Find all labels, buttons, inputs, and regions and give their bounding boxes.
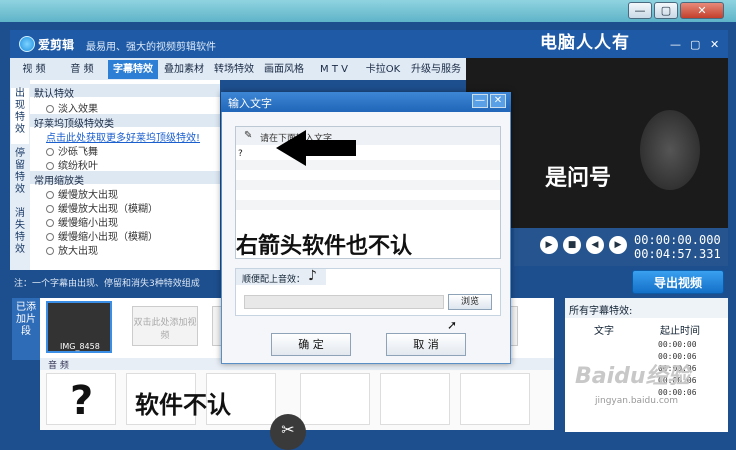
total-time: 00:04:57.331 [634, 247, 721, 261]
audio-slot[interactable] [300, 373, 370, 425]
baidu-url: jingyan.baidu.com [595, 396, 679, 406]
app-close-button[interactable]: ✕ [710, 38, 719, 51]
list-item[interactable]: 缓慢缩小出现 [46, 214, 118, 229]
radio-icon [46, 219, 54, 227]
list-item[interactable]: 淡入效果 [46, 100, 98, 115]
side-tab-appear[interactable]: 出现特效 [11, 88, 29, 144]
tab-mtv[interactable]: M T V [310, 60, 358, 79]
next-frame-icon[interactable]: ▶ [609, 236, 627, 254]
radio-icon [46, 247, 54, 255]
add-video-slot[interactable]: 双击此处添加视频 [132, 306, 198, 346]
music-path-input[interactable] [244, 295, 444, 309]
export-video-button[interactable]: 导出视频 [632, 270, 724, 294]
radio-icon [46, 105, 54, 113]
window-titlebar [0, 0, 736, 22]
arrow-left-icon [276, 130, 356, 166]
list-item[interactable]: 缓慢放大出现（模糊） [46, 200, 158, 215]
mouse-cursor-icon: ➚ [447, 318, 458, 332]
tab-video[interactable]: 视 频 [12, 60, 56, 79]
browse-button[interactable]: 浏览 [448, 294, 492, 310]
line-stripe [236, 180, 500, 190]
question-mark-text: ? [70, 378, 94, 424]
list-item[interactable]: 缓慢放大出现 [46, 186, 118, 201]
subtitle-note: 注：一个字幕由出现、停留和消失3种特效组成 [14, 279, 200, 289]
promo-link[interactable]: 点击此处获取更多好莱坞顶级特效! [46, 129, 200, 144]
col-text: 文字 [594, 326, 614, 337]
tab-upgrade[interactable]: 升级与服务 [408, 60, 464, 79]
audio-slot[interactable] [460, 373, 530, 425]
added-clips-tab[interactable]: 已添加片段 [12, 298, 40, 360]
preview-overlay-text: 是问号 [545, 165, 612, 191]
group-hollywood[interactable]: 好莱坞顶级特效类 [34, 115, 114, 130]
clip-name: IMG_8458 [60, 342, 100, 351]
list-item[interactable]: 缓慢缩小出现（模糊） [46, 228, 158, 243]
radio-icon [46, 191, 54, 199]
radio-icon [46, 148, 54, 156]
list-item[interactable]: 放大出现 [46, 242, 98, 257]
tab-subtitle-effects[interactable]: 字幕特效 [108, 60, 158, 79]
dialog-close-button[interactable]: ✕ [490, 94, 506, 108]
window-maximize-button[interactable]: ▢ [654, 2, 678, 19]
software-overlay-text: 软件不认 [135, 390, 231, 419]
app-maximize-button[interactable]: ▢ [690, 38, 700, 51]
music-note-icon: ♪ [308, 268, 317, 284]
tab-overlay[interactable]: 叠加素材 [160, 60, 208, 79]
watermark-text: 电脑人人有 [540, 33, 630, 53]
dialog-title: 输入文字 [221, 92, 511, 112]
dialog-minimize-button[interactable]: — [472, 94, 488, 108]
audio-slot[interactable] [380, 373, 450, 425]
radio-icon [46, 233, 54, 241]
subtitle-panel-title: 所有字幕特效: [565, 298, 728, 318]
radio-icon [46, 205, 54, 213]
tab-style[interactable]: 画面风格 [260, 60, 308, 79]
window-close-button[interactable]: ✕ [680, 2, 724, 19]
line-stripe [236, 200, 500, 210]
app-name: 爱剪辑 [38, 38, 75, 52]
tab-transition[interactable]: 转场特效 [210, 60, 258, 79]
play-icon[interactable]: ▶ [540, 236, 558, 254]
radio-icon [46, 162, 54, 170]
app-slogan: 最易用、强大的视频剪辑软件 [86, 42, 216, 53]
app-logo-icon [19, 36, 35, 52]
camera-image [640, 110, 700, 190]
app-minimize-button[interactable]: — [670, 38, 681, 51]
group-default[interactable]: 默认特效 [34, 85, 74, 100]
side-tab-disappear[interactable]: 消失特效 [11, 208, 29, 264]
list-item[interactable]: 沙砾飞舞 [46, 143, 98, 158]
col-start-end: 起止时间 [660, 326, 700, 337]
typed-text: ? [238, 149, 243, 159]
tab-karaoke[interactable]: 卡拉OK [360, 60, 406, 79]
window-minimize-button[interactable]: — [628, 2, 652, 19]
group-zoom[interactable]: 常用缩放类 [34, 172, 84, 187]
cancel-button[interactable]: 取 消 [386, 333, 466, 356]
time-cell: 00:00:00 [658, 340, 697, 349]
tab-audio[interactable]: 音 频 [60, 60, 104, 79]
list-item[interactable]: 缤纷秋叶 [46, 157, 98, 172]
handwritten-text: 右箭头软件也不认 [236, 233, 413, 259]
side-tab-stay[interactable]: 停留特效 [11, 148, 29, 204]
prev-frame-icon[interactable]: ◀ [586, 236, 604, 254]
current-time: 00:00:00.000 [634, 233, 721, 247]
baidu-watermark: Baidu经验 [575, 364, 690, 389]
stop-icon[interactable]: ■ [563, 236, 581, 254]
edit-icon: ✎ [244, 130, 253, 141]
ok-button[interactable]: 确 定 [271, 333, 351, 356]
scissors-icon[interactable]: ✂ [270, 414, 306, 450]
